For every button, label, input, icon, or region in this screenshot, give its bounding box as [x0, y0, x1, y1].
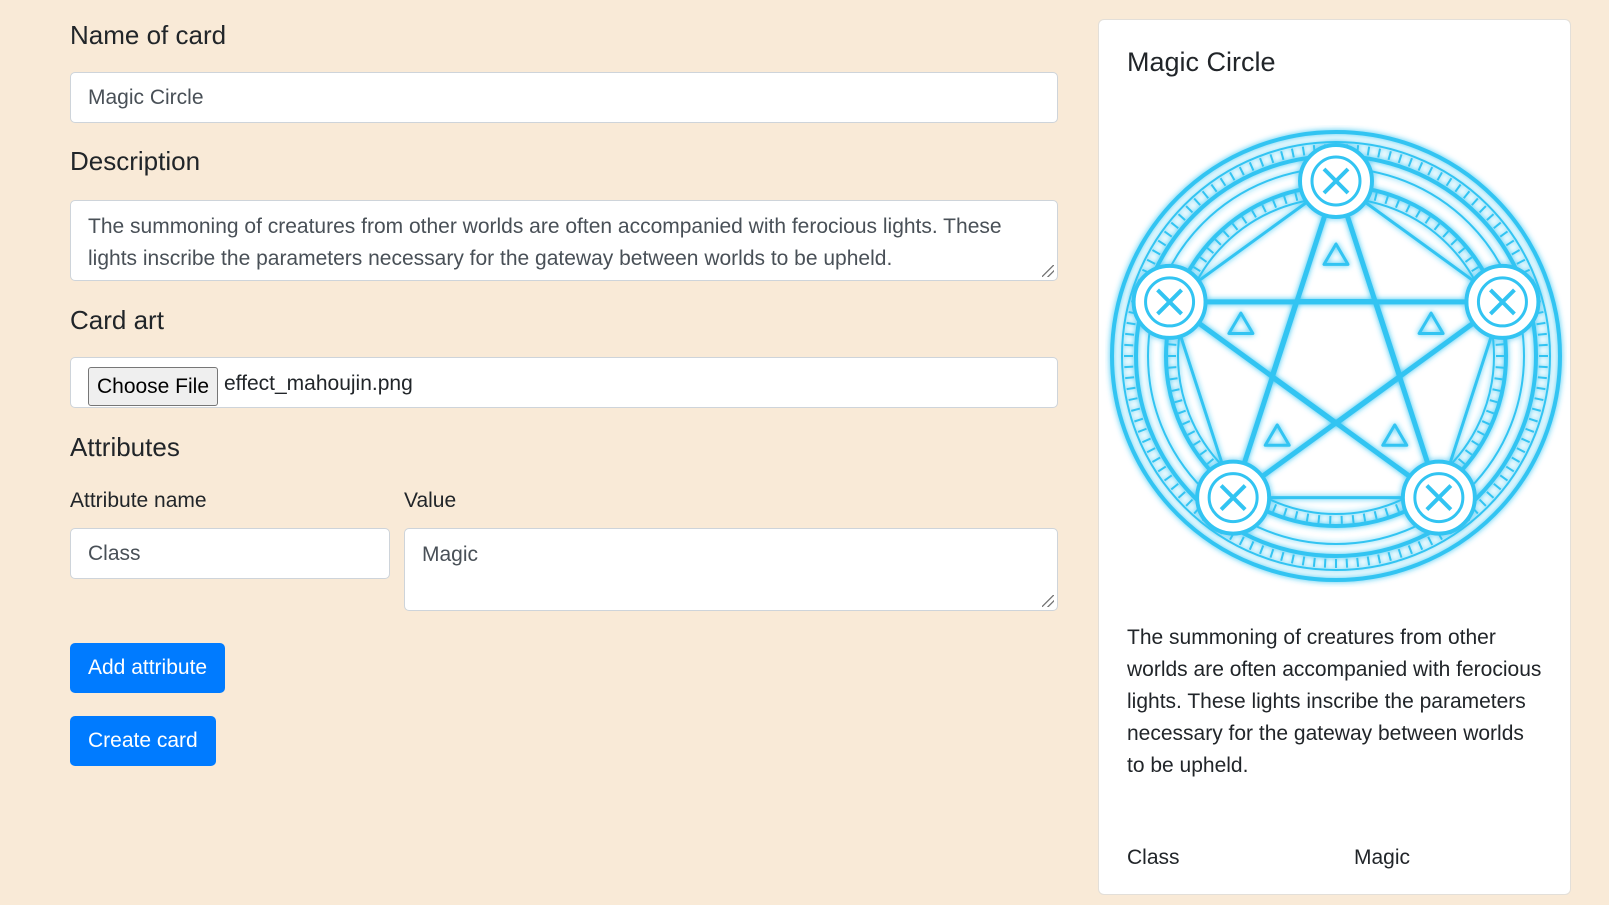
attribute-name-input[interactable] — [70, 528, 390, 579]
resize-grip-icon[interactable] — [1042, 265, 1054, 277]
resize-grip-icon[interactable] — [1042, 595, 1054, 607]
card-name-input[interactable] — [70, 72, 1058, 123]
card-preview-description: The summoning of creatures from other wo… — [1127, 626, 1542, 777]
description-label: Description — [70, 146, 201, 176]
attribute-value-textarea[interactable]: Magic — [404, 528, 1058, 611]
card-art-label: Card art — [70, 305, 164, 335]
card-preview-title: Magic Circle — [1127, 47, 1276, 77]
attribute-name-label: Attribute name — [70, 489, 207, 512]
card-preview: Magic Circle The summoning of creatures … — [1098, 19, 1571, 895]
card-preview-attribute-value: Magic — [1354, 846, 1411, 869]
choose-file-button[interactable]: Choose File — [88, 367, 218, 406]
selected-file-name: effect_mahoujin.png — [224, 372, 413, 395]
name-label: Name of card — [70, 20, 227, 50]
description-text: The summoning of creatures from other wo… — [88, 215, 1002, 270]
attributes-label: Attributes — [70, 432, 180, 462]
add-attribute-button[interactable]: Add attribute — [70, 643, 226, 693]
attribute-value-text: Magic — [422, 543, 479, 566]
magic-circle-icon — [1105, 125, 1567, 587]
attribute-value-label: Value — [404, 489, 457, 512]
card-preview-attribute-name: Class — [1127, 846, 1180, 869]
create-card-button[interactable]: Create card — [70, 716, 216, 766]
description-textarea[interactable]: The summoning of creatures from other wo… — [70, 200, 1058, 281]
card-art-file-input[interactable]: Choose File effect_mahoujin.png — [70, 357, 1058, 408]
